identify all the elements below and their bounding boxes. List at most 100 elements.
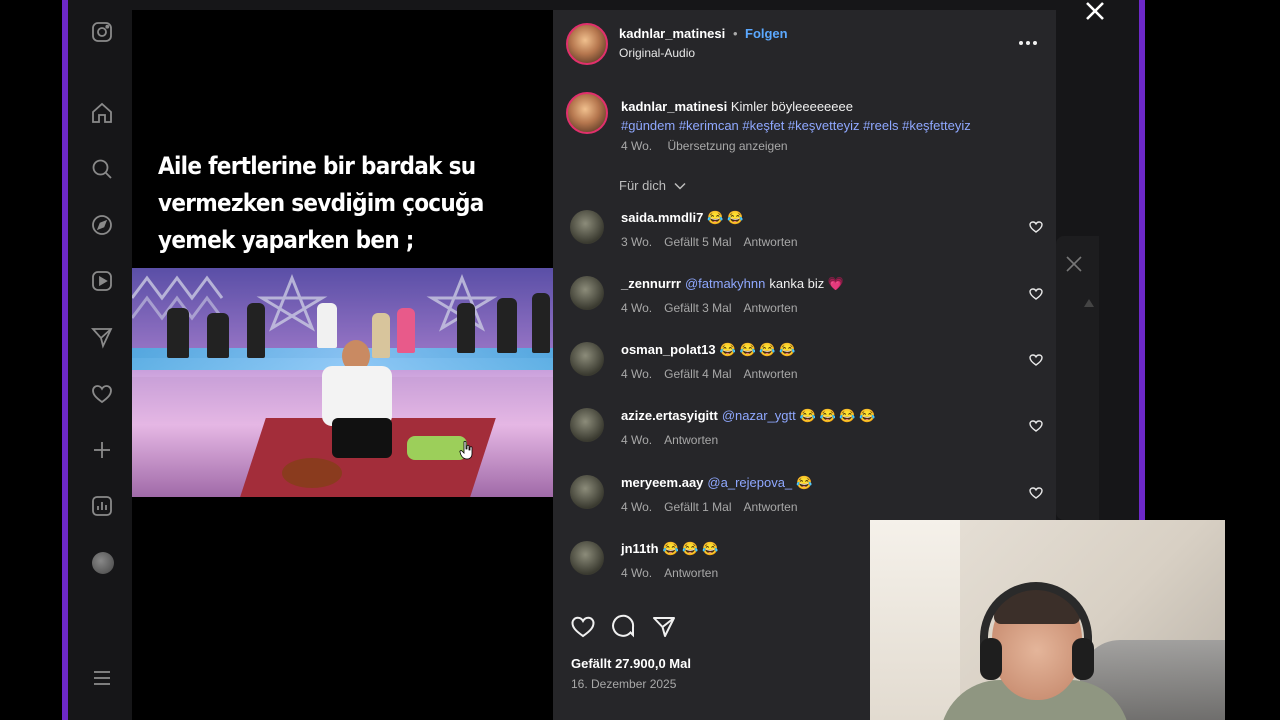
notifications-icon[interactable] bbox=[88, 380, 116, 408]
comment-meta: 4 Wo. Gefällt 3 Mal Antworten bbox=[621, 301, 810, 315]
commenter-avatar[interactable] bbox=[570, 408, 604, 442]
comment-text: 😂 😂 bbox=[707, 210, 744, 225]
messages-icon[interactable] bbox=[88, 323, 116, 351]
like-icon[interactable] bbox=[570, 614, 596, 640]
comment-text: 😂 😂 😂 😂 bbox=[719, 342, 796, 357]
menu-icon[interactable] bbox=[88, 664, 116, 692]
reply-button[interactable]: Antworten bbox=[664, 566, 718, 580]
video-caption-line: Aile fertlerine bir bardak su bbox=[158, 152, 476, 180]
comment-meta: 4 Wo. Antworten bbox=[621, 433, 730, 447]
caption-meta: 4 Wo. Übersetzung anzeigen bbox=[621, 139, 800, 153]
profile-avatar[interactable] bbox=[92, 552, 114, 574]
comment-meta: 4 Wo. Antworten bbox=[621, 566, 730, 580]
post-actions bbox=[570, 614, 680, 640]
comment-filter-dropdown[interactable]: Für dich bbox=[619, 178, 686, 193]
comment-meta: 4 Wo. Gefällt 4 Mal Antworten bbox=[621, 367, 810, 381]
vegetables bbox=[407, 436, 467, 460]
share-icon[interactable] bbox=[651, 614, 677, 640]
video-caption-line: yemek yaparken ben ; bbox=[158, 226, 414, 254]
comment-text-line: meryeem.aay @a_rejepova_ 😂 bbox=[621, 475, 812, 491]
commenter-username[interactable]: meryeem.aay bbox=[621, 475, 703, 490]
video-caption-line: vermezken sevdiğim çocuğa bbox=[158, 189, 484, 217]
musician bbox=[532, 293, 550, 353]
translate-link[interactable]: Übersetzung anzeigen bbox=[667, 139, 787, 153]
comment-likes[interactable]: Gefällt 5 Mal bbox=[664, 235, 731, 249]
comment-likes[interactable]: Gefällt 1 Mal bbox=[664, 500, 731, 514]
commenter-username[interactable]: jn11th bbox=[621, 541, 659, 556]
comment-text-line: azize.ertasyigitt @nazar_ygtt 😂 😂 😂 😂 bbox=[621, 408, 875, 424]
comment-row: azize.ertasyigitt @nazar_ygtt 😂 😂 😂 😂 4 Wo.… bbox=[570, 408, 1050, 458]
commenter-username[interactable]: _zennurrr bbox=[621, 276, 681, 291]
video-caption-overlay: Aile fertlerine bir bardak su vermezken … bbox=[158, 148, 500, 259]
headphone-ear bbox=[980, 638, 1002, 680]
commenter-avatar[interactable] bbox=[570, 342, 604, 376]
audio-label[interactable]: Original-Audio bbox=[619, 46, 695, 60]
caption-hashtags[interactable]: #gündem #kerimcan #keşfet #keşvetteyiz #… bbox=[621, 116, 1041, 135]
bowl bbox=[282, 458, 342, 488]
separator-dot: • bbox=[733, 26, 738, 41]
comment-likes[interactable]: Gefällt 3 Mal bbox=[664, 301, 731, 315]
caption-username[interactable]: kadnlar_matinesi bbox=[621, 99, 727, 114]
musician bbox=[457, 303, 475, 353]
follow-button[interactable]: Folgen bbox=[745, 26, 788, 41]
commenter-username[interactable]: osman_polat13 bbox=[621, 342, 716, 357]
home-icon[interactable] bbox=[88, 99, 116, 127]
caption-age: 4 Wo. bbox=[621, 139, 653, 153]
comment-like-icon[interactable] bbox=[1029, 220, 1043, 234]
comment-mention[interactable]: @fatmakyhnn bbox=[685, 276, 765, 291]
comment-row: saida.mmdli7 😂 😂 3 Wo. Gefällt 5 Mal Antwort… bbox=[570, 210, 1050, 260]
close-icon[interactable] bbox=[1064, 254, 1084, 274]
reply-button[interactable]: Antworten bbox=[743, 367, 797, 381]
close-icon[interactable] bbox=[1082, 0, 1108, 24]
comment-like-icon[interactable] bbox=[1029, 419, 1043, 433]
instagram-icon[interactable] bbox=[88, 18, 116, 46]
comment-age: 4 Wo. bbox=[621, 367, 653, 381]
comment-meta: 3 Wo. Gefällt 5 Mal Antworten bbox=[621, 235, 810, 249]
caption-avatar[interactable] bbox=[566, 92, 608, 134]
dashboard-icon[interactable] bbox=[88, 492, 116, 520]
musician bbox=[247, 303, 265, 358]
comment-likes[interactable]: Gefällt 4 Mal bbox=[664, 367, 731, 381]
comment-text-line: saida.mmdli7 😂 😂 bbox=[621, 210, 743, 226]
video-frame-image[interactable] bbox=[132, 268, 553, 497]
screen: 1 Aile fertlerine bir bardak su vermezke… bbox=[0, 0, 1280, 720]
comment-like-icon[interactable] bbox=[1029, 353, 1043, 367]
post-caption: kadnlar_matinesi Kimler böyleeeeeeee #gü… bbox=[621, 97, 1041, 135]
commenter-avatar[interactable] bbox=[570, 541, 604, 575]
commenter-username[interactable]: azize.ertasyigitt bbox=[621, 408, 718, 423]
comment-text-line: osman_polat13 😂 😂 😂 😂 bbox=[621, 342, 795, 358]
comment-like-icon[interactable] bbox=[1029, 486, 1043, 500]
explore-icon[interactable] bbox=[88, 211, 116, 239]
reply-button[interactable]: Antworten bbox=[743, 235, 797, 249]
webcam-overlay bbox=[870, 520, 1225, 720]
post-date: 16. Dezember 2025 bbox=[571, 677, 677, 691]
more-options-icon[interactable] bbox=[1016, 33, 1040, 53]
comment-row: meryeem.aay @a_rejepova_ 😂 4 Wo. Gefällt 1 M… bbox=[570, 475, 1050, 525]
window-border-right bbox=[1139, 0, 1145, 520]
comment-text: kanka biz 💗 bbox=[769, 276, 845, 291]
comment-age: 4 Wo. bbox=[621, 500, 653, 514]
search-icon[interactable] bbox=[88, 155, 116, 183]
comment-mention[interactable]: @a_rejepova_ bbox=[707, 475, 792, 490]
reply-button[interactable]: Antworten bbox=[664, 433, 718, 447]
comment-filter-label: Für dich bbox=[619, 178, 666, 193]
reply-button[interactable]: Antworten bbox=[743, 301, 797, 315]
comment-text-line: _zennurrr @fatmakyhnn kanka biz 💗 bbox=[621, 276, 844, 292]
create-icon[interactable] bbox=[88, 436, 116, 464]
comment-age: 4 Wo. bbox=[621, 566, 653, 580]
reply-button[interactable]: Antworten bbox=[743, 500, 797, 514]
reels-icon[interactable] bbox=[88, 267, 116, 295]
commenter-avatar[interactable] bbox=[570, 475, 604, 509]
commenter-avatar[interactable] bbox=[570, 210, 604, 244]
comment-icon[interactable] bbox=[611, 614, 637, 640]
comment-like-icon[interactable] bbox=[1029, 287, 1043, 301]
comment-text: 😂 😂 😂 😂 bbox=[799, 408, 876, 423]
commenter-username[interactable]: saida.mmdli7 bbox=[621, 210, 703, 225]
commenter-avatar[interactable] bbox=[570, 276, 604, 310]
comment-text: 😂 bbox=[796, 475, 813, 490]
author-username[interactable]: kadnlar_matinesi bbox=[619, 26, 725, 41]
comment-mention[interactable]: @nazar_ygtt bbox=[722, 408, 796, 423]
author-avatar[interactable] bbox=[566, 23, 608, 65]
triangle-up-icon[interactable] bbox=[1083, 298, 1095, 308]
likes-count[interactable]: Gefällt 27.900,0 Mal bbox=[571, 656, 691, 671]
